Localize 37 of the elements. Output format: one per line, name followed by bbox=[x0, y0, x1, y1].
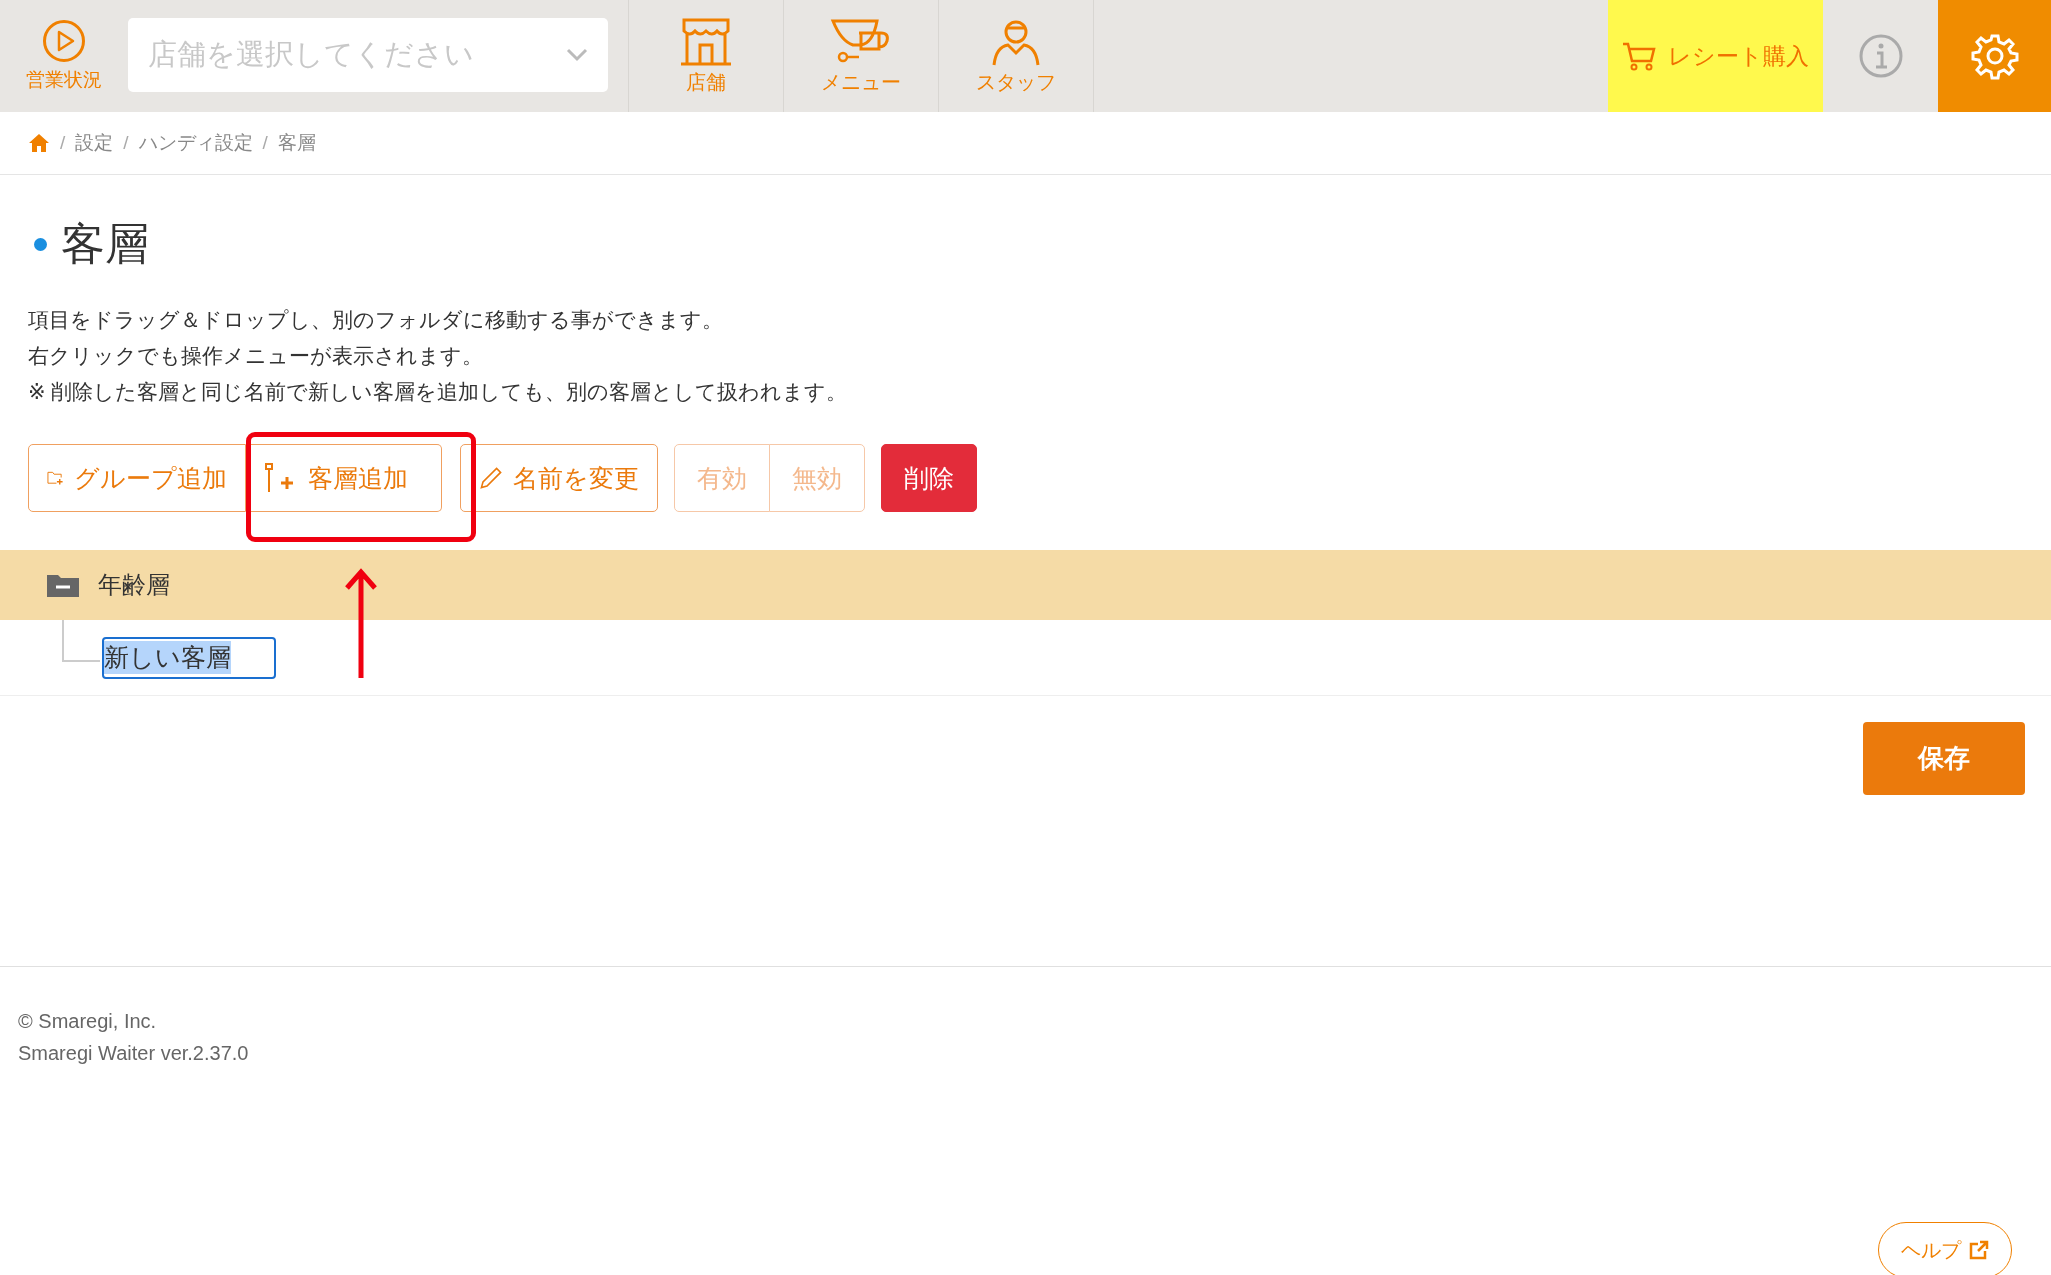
page-title: 客層 bbox=[61, 218, 149, 270]
toolbar-button[interactable]: 名前を変更 bbox=[460, 444, 658, 512]
description-text: ※ 削除した客層と同じ名前で新しい客層を追加しても、別の客層として扱われます。 bbox=[28, 379, 849, 405]
tree-connector bbox=[62, 620, 100, 662]
breadcrumb-separator: / bbox=[262, 132, 268, 154]
breadcrumb-item[interactable]: ハンディ設定 bbox=[138, 130, 253, 156]
toolbar-button[interactable]: グループ追加 bbox=[28, 444, 246, 512]
description-text: 右クリックでも操作メニューが表示されます。 bbox=[28, 343, 484, 369]
tree-group-label: 年齢層 bbox=[98, 570, 170, 600]
footer-text: © Smaregi, Inc. bbox=[18, 1009, 158, 1034]
cart-icon bbox=[1622, 41, 1656, 71]
breadcrumb-separator: / bbox=[123, 132, 129, 154]
help-button[interactable]: ヘルプ bbox=[1878, 1222, 2012, 1275]
settings-icon bbox=[1970, 32, 2019, 80]
title-bullet bbox=[34, 238, 47, 251]
status-button[interactable]: 営業状況 bbox=[0, 0, 128, 112]
tree-group-row[interactable]: 年齢層 bbox=[0, 550, 2051, 620]
breadcrumb-item: 客層 bbox=[277, 131, 316, 155]
name-input-field[interactable]: 新しい客層 bbox=[102, 636, 276, 679]
chevron-down-icon bbox=[566, 48, 588, 62]
footer-text: Smaregi Waiter ver.2.37.0 bbox=[18, 1041, 250, 1066]
nav-item[interactable]: スタッフ bbox=[938, 0, 1093, 112]
home-icon[interactable] bbox=[28, 133, 50, 153]
external-link-icon bbox=[1969, 1240, 1989, 1260]
delete-button[interactable]: 削除 bbox=[881, 444, 977, 512]
breadcrumb-item[interactable]: 設定 bbox=[75, 130, 114, 156]
save-button[interactable]: 保存 bbox=[1863, 722, 2025, 795]
storefront-icon bbox=[678, 16, 734, 67]
play-icon bbox=[42, 19, 86, 63]
nav-item[interactable]: メニュー bbox=[783, 0, 938, 112]
folder-collapse-icon[interactable] bbox=[46, 572, 80, 598]
description-text: 項目をドラッグ＆ドロップし、別のフォルダに移動する事ができます。 bbox=[28, 307, 724, 333]
settings-button[interactable] bbox=[1938, 0, 2051, 112]
info-icon bbox=[1857, 33, 1904, 79]
nav-item[interactable]: 店舗 bbox=[628, 0, 783, 112]
breadcrumb-separator: / bbox=[60, 132, 66, 154]
receipt-purchase-button[interactable]: レシート購入 bbox=[1608, 0, 1823, 112]
